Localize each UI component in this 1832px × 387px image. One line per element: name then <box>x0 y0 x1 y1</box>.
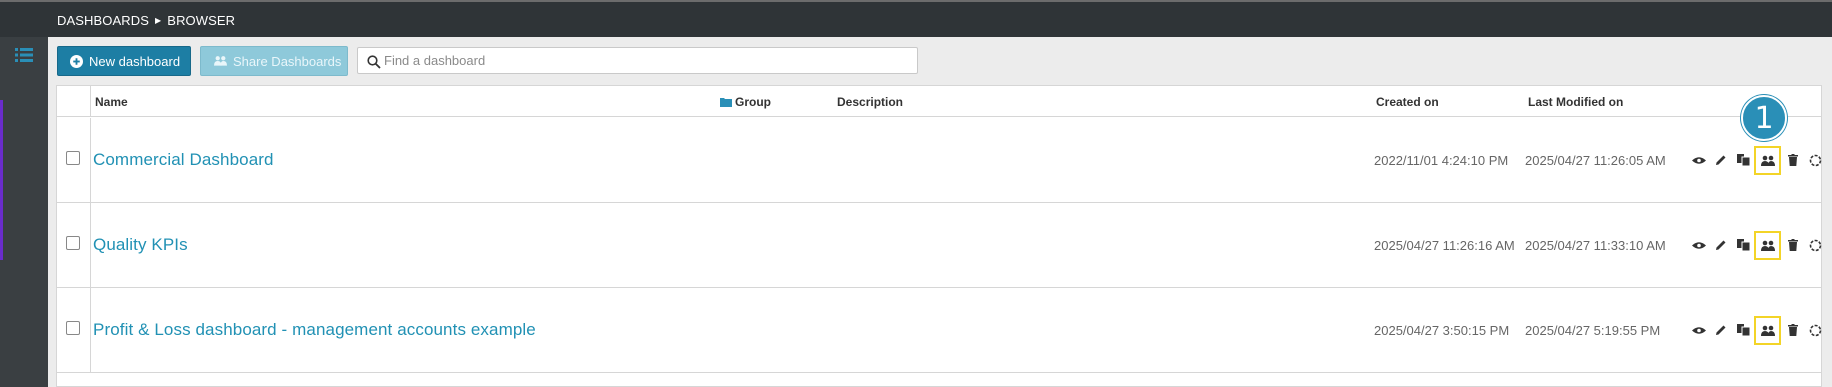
search-input[interactable] <box>384 48 904 73</box>
annotation-badge: 1 <box>1741 95 1787 141</box>
share-users-icon[interactable] <box>1754 146 1781 175</box>
column-group[interactable]: Group <box>720 95 771 109</box>
pencil-icon[interactable] <box>1710 148 1732 172</box>
eye-icon[interactable] <box>1688 318 1710 342</box>
list-icon[interactable] <box>15 47 33 63</box>
pencil-icon[interactable] <box>1710 233 1732 257</box>
dashboard-name-link[interactable]: Profit & Loss dashboard - management acc… <box>93 320 536 340</box>
search-icon <box>367 55 381 69</box>
sidebar-accent <box>0 100 3 260</box>
copy-icon[interactable] <box>1732 148 1754 172</box>
settings-icon[interactable] <box>1804 148 1826 172</box>
breadcrumb-dashboards[interactable]: DASHBOARDS <box>57 13 149 28</box>
checkbox-cell <box>57 288 91 372</box>
new-dashboard-label: New dashboard <box>89 53 181 69</box>
copy-icon[interactable] <box>1732 318 1754 342</box>
pencil-icon[interactable] <box>1710 318 1732 342</box>
table-header: Name Group Description Created on Last M… <box>57 86 1821 117</box>
column-name[interactable]: Name <box>95 95 128 109</box>
dashboards-table: Name Group Description Created on Last M… <box>56 85 1822 387</box>
row-checkbox[interactable] <box>66 236 80 250</box>
search-box <box>357 47 918 74</box>
header-checkbox-cell <box>57 86 91 116</box>
column-modified[interactable]: Last Modified on <box>1528 95 1623 109</box>
created-on: 2025/04/27 11:26:16 AM <box>1374 238 1515 253</box>
table-row: Quality KPIs 2025/04/27 11:26:16 AM 2025… <box>57 203 1821 288</box>
share-dashboards-button[interactable]: Share Dashboards <box>200 46 348 76</box>
row-checkbox[interactable] <box>66 151 80 165</box>
modified-on: 2025/04/27 11:33:10 AM <box>1525 238 1666 253</box>
table-row: Commercial Dashboard 2022/11/01 4:24:10 … <box>57 118 1821 203</box>
checkbox-cell <box>57 118 91 202</box>
trash-icon[interactable] <box>1782 233 1804 257</box>
users-icon <box>214 56 227 66</box>
breadcrumb: DASHBOARDS ▶ BROWSER <box>57 13 235 28</box>
column-created[interactable]: Created on <box>1376 95 1439 109</box>
eye-icon[interactable] <box>1688 233 1710 257</box>
share-users-icon[interactable] <box>1754 231 1781 260</box>
caret-right-icon: ▶ <box>155 16 162 25</box>
row-checkbox[interactable] <box>66 321 80 335</box>
sidebar <box>0 37 48 387</box>
new-dashboard-button[interactable]: New dashboard <box>57 46 191 76</box>
folder-icon <box>720 98 732 107</box>
breadcrumb-browser: BROWSER <box>167 13 236 28</box>
plus-circle-icon <box>70 54 83 68</box>
dashboard-name-link[interactable]: Commercial Dashboard <box>93 150 274 170</box>
table-row: Profit & Loss dashboard - management acc… <box>57 288 1821 373</box>
created-on: 2022/11/01 4:24:10 PM <box>1374 153 1509 168</box>
copy-icon[interactable] <box>1732 233 1754 257</box>
trash-icon[interactable] <box>1782 318 1804 342</box>
top-bar: DASHBOARDS ▶ BROWSER <box>0 0 1832 37</box>
settings-icon[interactable] <box>1804 318 1826 342</box>
share-users-icon[interactable] <box>1754 316 1781 345</box>
column-group-label: Group <box>735 95 771 109</box>
share-dashboards-label: Share Dashboards <box>233 53 342 69</box>
trash-icon[interactable] <box>1782 148 1804 172</box>
eye-icon[interactable] <box>1688 148 1710 172</box>
column-description[interactable]: Description <box>837 95 903 109</box>
dashboard-name-link[interactable]: Quality KPIs <box>93 235 188 255</box>
settings-icon[interactable] <box>1804 233 1826 257</box>
created-on: 2025/04/27 3:50:15 PM <box>1374 323 1510 338</box>
checkbox-cell <box>57 203 91 287</box>
modified-on: 2025/04/27 11:26:05 AM <box>1525 153 1666 168</box>
modified-on: 2025/04/27 5:19:55 PM <box>1525 323 1661 338</box>
